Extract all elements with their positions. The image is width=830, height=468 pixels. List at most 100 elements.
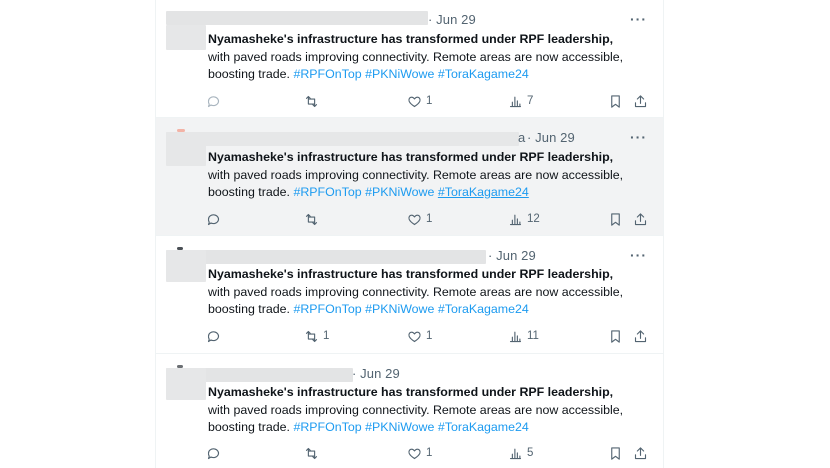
- like-count: 1: [426, 330, 433, 342]
- redacted-avatar: [166, 368, 206, 400]
- hashtag-link[interactable]: #PKNiWowe: [365, 67, 434, 81]
- like-count: 1: [426, 447, 433, 459]
- share-button[interactable]: [633, 91, 648, 111]
- bookmark-button[interactable]: [608, 209, 623, 229]
- bookmark-button[interactable]: [608, 443, 623, 463]
- tweet-handle-fragment: a: [518, 130, 526, 145]
- tweet-line: with paved roads improving connectivity.…: [208, 284, 624, 299]
- hashtag-link[interactable]: #RPFOnTop: [293, 185, 361, 199]
- tweet-lead-line: Nyamasheke's infrastructure has transfor…: [208, 267, 614, 281]
- tweet-line: with paved roads improving connectivity.…: [208, 49, 624, 64]
- redacted-avatar: [166, 25, 206, 50]
- bookmark-icon: [611, 329, 620, 343]
- bookmark-button[interactable]: [608, 91, 623, 111]
- tweet-lead-line: Nyamasheke's infrastructure has transfor…: [208, 32, 614, 46]
- more-options-icon[interactable]: ···: [630, 247, 647, 263]
- retweet-icon: [305, 213, 318, 225]
- reply-icon: [207, 95, 220, 107]
- tweet-card-3[interactable]: · Jun 29 ··· Nyamasheke's infrastructure…: [156, 236, 663, 354]
- tweet-date: · Jun 29: [352, 366, 400, 381]
- tweet-lead-line: Nyamasheke's infrastructure has transfor…: [208, 385, 614, 399]
- tweet-line-text: boosting trade.: [208, 185, 290, 199]
- reply-button[interactable]: [206, 209, 225, 229]
- tweet-line-text: boosting trade.: [208, 67, 290, 81]
- views-icon: [509, 96, 522, 107]
- retweet-icon: [305, 330, 318, 342]
- view-count: 5: [527, 447, 534, 459]
- timeline-feed: · Jun 29 ··· Nyamasheke's infrastructure…: [155, 0, 664, 468]
- views-button[interactable]: 12: [508, 209, 540, 229]
- like-button[interactable]: 1: [407, 91, 432, 111]
- hashtag-link[interactable]: #RPFOnTop: [293, 67, 361, 81]
- reply-button[interactable]: [206, 326, 225, 346]
- view-count: 7: [527, 95, 534, 107]
- share-icon: [634, 212, 647, 225]
- retweet-button[interactable]: [304, 91, 323, 111]
- like-button[interactable]: 1: [407, 326, 432, 346]
- tweet-line: with paved roads improving connectivity.…: [208, 167, 624, 182]
- hashtag-link[interactable]: #PKNiWowe: [365, 420, 434, 434]
- like-button[interactable]: 1: [407, 209, 432, 229]
- bookmark-button[interactable]: [608, 326, 623, 346]
- reply-button[interactable]: [206, 91, 225, 111]
- heart-icon: [408, 96, 421, 107]
- redacted-avatar: [166, 132, 206, 166]
- hashtag-link[interactable]: #RPFOnTop: [293, 302, 361, 316]
- views-icon: [509, 214, 522, 225]
- like-count: 1: [426, 213, 433, 225]
- tweet-date: · Jun 29: [428, 12, 476, 27]
- hashtag-link[interactable]: #ToraKagame24: [438, 302, 529, 316]
- view-count: 12: [527, 213, 540, 225]
- views-button[interactable]: 7: [508, 91, 533, 111]
- bookmark-icon: [611, 212, 620, 226]
- tweet-line: boosting trade. #RPFOnTop #PKNiWowe #Tor…: [208, 301, 648, 319]
- retweet-button[interactable]: 1: [304, 326, 329, 346]
- tweet-card-2[interactable]: a · Jun 29 ··· Nyamasheke's infrastructu…: [156, 118, 663, 236]
- tweet-actions: 1 1 11: [206, 326, 656, 346]
- hashtag-link-hovered[interactable]: #ToraKagame24: [438, 185, 529, 199]
- hashtag-link[interactable]: #PKNiWowe: [365, 185, 434, 199]
- tweet-card-1[interactable]: · Jun 29 ··· Nyamasheke's infrastructure…: [156, 0, 663, 118]
- share-button[interactable]: [633, 209, 648, 229]
- retweet-icon: [305, 447, 318, 459]
- like-count: 1: [426, 95, 433, 107]
- views-button[interactable]: 5: [508, 443, 533, 463]
- share-icon: [634, 94, 647, 107]
- heart-icon: [408, 214, 421, 225]
- tweet-text: Nyamasheke's infrastructure has transfor…: [208, 149, 648, 202]
- redacted-username: [166, 250, 486, 264]
- views-button[interactable]: 11: [508, 326, 539, 346]
- redacted-avatar: [166, 250, 206, 282]
- bookmark-icon: [611, 94, 620, 108]
- retweet-button[interactable]: [304, 209, 323, 229]
- more-options-icon[interactable]: ···: [630, 11, 647, 27]
- tweet-line: boosting trade. #RPFOnTop #PKNiWowe #Tor…: [208, 66, 648, 84]
- tweet-line-text: boosting trade.: [208, 302, 290, 316]
- like-button[interactable]: 1: [407, 443, 432, 463]
- hashtag-link[interactable]: #RPFOnTop: [293, 420, 361, 434]
- tweet-card-4[interactable]: · Jun 29 Nyamasheke's infrastructure has…: [156, 354, 663, 468]
- more-options-icon[interactable]: ···: [630, 129, 647, 145]
- share-icon: [634, 446, 647, 459]
- retweet-button[interactable]: [304, 443, 323, 463]
- tweet-lead-line: Nyamasheke's infrastructure has transfor…: [208, 150, 614, 164]
- hashtag-link[interactable]: #ToraKagame24: [438, 420, 529, 434]
- redacted-username: [166, 132, 519, 146]
- redacted-username: [166, 11, 428, 25]
- tweet-line: boosting trade. #RPFOnTop #PKNiWowe #Tor…: [208, 419, 648, 437]
- views-icon: [509, 448, 522, 459]
- tweet-text: Nyamasheke's infrastructure has transfor…: [208, 31, 648, 84]
- share-icon: [634, 329, 647, 342]
- share-button[interactable]: [633, 326, 648, 346]
- share-button[interactable]: [633, 443, 648, 463]
- view-count: 11: [527, 330, 539, 342]
- heart-icon: [408, 448, 421, 459]
- tweet-actions: 1 12: [206, 209, 656, 229]
- tweet-date: · Jun 29: [527, 130, 575, 145]
- retweet-count: 1: [323, 330, 330, 342]
- hashtag-link[interactable]: #ToraKagame24: [438, 67, 529, 81]
- hashtag-link[interactable]: #PKNiWowe: [365, 302, 434, 316]
- reply-button[interactable]: [206, 443, 225, 463]
- views-icon: [509, 331, 522, 342]
- tweet-text: Nyamasheke's infrastructure has transfor…: [208, 384, 648, 437]
